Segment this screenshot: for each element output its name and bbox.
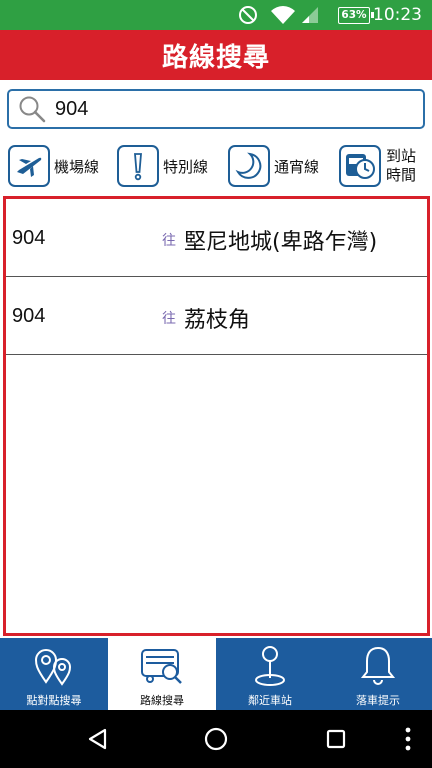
search-input[interactable] bbox=[55, 97, 355, 121]
moon-icon bbox=[228, 145, 270, 187]
nav-label: 路線搜尋 bbox=[140, 694, 184, 707]
to-label: 往 bbox=[162, 233, 176, 249]
category-label-line1: 到站 bbox=[386, 147, 417, 165]
battery-icon: 63% bbox=[338, 6, 374, 24]
recents-button[interactable] bbox=[316, 710, 356, 768]
category-label: 機場線 bbox=[54, 157, 100, 176]
nav-alight-reminder[interactable]: 落車提示 bbox=[324, 638, 432, 710]
route-number: 904 bbox=[12, 227, 46, 249]
clock: 10:23 bbox=[373, 5, 422, 25]
to-label: 往 bbox=[162, 311, 176, 327]
category-row: 機場線 特別線 通宵線 到站 時間 bbox=[0, 141, 432, 191]
search-box[interactable] bbox=[7, 89, 425, 129]
location-pin-icon bbox=[216, 642, 324, 690]
system-navigation-bar bbox=[0, 710, 432, 768]
status-bar: 63% 10:23 bbox=[0, 0, 432, 30]
recents-icon bbox=[326, 729, 346, 749]
battery-text: 63% bbox=[341, 9, 367, 21]
home-icon bbox=[204, 727, 228, 751]
category-label: 通宵線 bbox=[274, 157, 320, 176]
battery-indicator: 63% bbox=[338, 0, 374, 30]
nav-nearby-stops[interactable]: 鄰近車站 bbox=[216, 638, 324, 710]
back-button[interactable] bbox=[78, 710, 118, 768]
map-pins-icon bbox=[0, 642, 108, 690]
bell-icon bbox=[324, 642, 432, 690]
airplane-icon bbox=[8, 145, 50, 187]
category-label: 特別線 bbox=[163, 157, 209, 176]
bus-search-icon bbox=[108, 642, 216, 690]
nav-point-to-point[interactable]: 點對點搜尋 bbox=[0, 638, 108, 710]
results-list: 904 往 堅尼地城(卑路乍灣) 904 往 荔枝角 bbox=[3, 196, 430, 636]
cell-signal-icon bbox=[300, 0, 320, 30]
nav-label: 落車提示 bbox=[356, 694, 400, 707]
title-bar: 路線搜尋 bbox=[0, 30, 432, 80]
category-arrival-time[interactable]: 到站 時間 bbox=[339, 141, 422, 191]
home-button[interactable] bbox=[196, 710, 236, 768]
list-item[interactable]: 904 往 荔枝角 bbox=[6, 277, 427, 355]
more-vertical-icon bbox=[405, 727, 411, 751]
back-icon bbox=[88, 728, 107, 750]
route-number: 904 bbox=[12, 305, 46, 327]
nav-label: 點對點搜尋 bbox=[26, 694, 82, 707]
destination: 荔枝角 bbox=[184, 308, 251, 333]
bottom-nav: 點對點搜尋 路線搜尋 鄰近車站 落車提示 bbox=[0, 638, 432, 710]
nav-label: 鄰近車站 bbox=[248, 694, 292, 707]
category-label-line2: 時間 bbox=[386, 166, 417, 184]
do-not-disturb-icon bbox=[238, 0, 258, 30]
category-special[interactable]: 特別線 bbox=[117, 141, 208, 191]
category-label: 到站 時間 bbox=[386, 147, 422, 185]
search-icon bbox=[9, 91, 55, 127]
exclamation-icon bbox=[117, 145, 159, 187]
destination: 堅尼地城(卑路乍灣) bbox=[184, 230, 378, 255]
category-airport[interactable]: 機場線 bbox=[8, 141, 99, 191]
category-overnight[interactable]: 通宵線 bbox=[228, 141, 319, 191]
menu-button[interactable] bbox=[396, 710, 420, 768]
nav-route-search[interactable]: 路線搜尋 bbox=[108, 638, 216, 710]
bus-clock-icon bbox=[339, 145, 381, 187]
wifi-icon bbox=[270, 0, 296, 30]
page-title: 路線搜尋 bbox=[161, 42, 270, 73]
list-item[interactable]: 904 往 堅尼地城(卑路乍灣) bbox=[6, 199, 427, 277]
